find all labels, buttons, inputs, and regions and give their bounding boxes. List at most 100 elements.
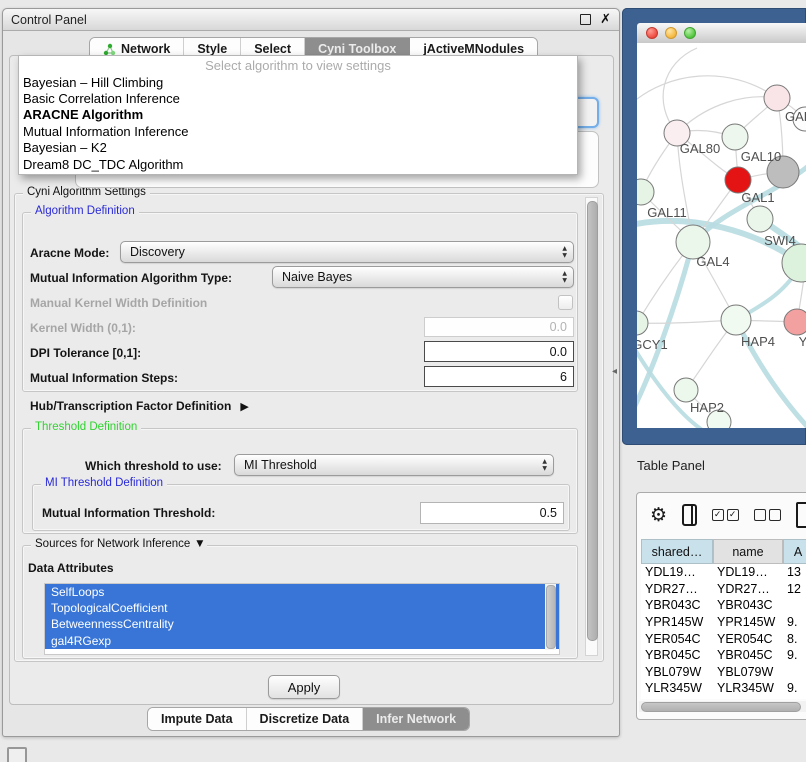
algorithm-dropdown-popup: Select algorithm to view settings Bayesi…	[18, 55, 578, 175]
table-header: shared… name A	[641, 539, 806, 564]
window-minimize-button[interactable]	[665, 27, 677, 39]
table-row[interactable]: YIL052C YIL052C 9.	[641, 697, 806, 699]
window-close-button[interactable]	[646, 27, 658, 39]
screen: Control Panel ✗ Network Style Selec	[0, 0, 806, 762]
window-zoom-button[interactable]	[684, 27, 696, 39]
cell-value: 13	[783, 565, 801, 579]
attribute-item-selected[interactable]: gal4RGexp	[45, 633, 559, 649]
dpi-tolerance-field[interactable]: 0.0	[424, 341, 574, 362]
group-title: Algorithm Definition	[31, 205, 139, 217]
algorithm-dropdown-item[interactable]: Dream8 DC_TDC Algorithm	[19, 156, 577, 172]
table-row[interactable]: YER054C YER054C 8.	[641, 630, 806, 647]
attributes-scrollbar[interactable]	[545, 584, 556, 650]
algorithm-dropdown-item[interactable]: ARACNE Algorithm	[19, 107, 577, 123]
which-threshold-label: Which threshold to use:	[85, 459, 222, 473]
checked-box-icon: ✓	[712, 509, 724, 521]
deselect-all-columns-icon[interactable]	[754, 509, 781, 521]
column-header-name[interactable]: name	[713, 539, 783, 564]
network-node[interactable]	[747, 206, 773, 232]
tab-discretize-data[interactable]: Discretize Data	[247, 708, 364, 730]
algorithm-dropdown-item[interactable]: Bayesian – K2	[19, 140, 577, 156]
group-title: Threshold Definition	[31, 421, 141, 433]
unchecked-box-icon	[754, 509, 766, 521]
table-hscrollbar-thumb[interactable]	[641, 702, 801, 712]
tab-label: jActiveMNodules	[423, 42, 524, 56]
minimized-panel-icon[interactable]	[7, 747, 27, 762]
column-layout-icon[interactable]	[682, 504, 697, 526]
tab-impute-data[interactable]: Impute Data	[148, 708, 247, 730]
cell-name: YLR345W	[713, 681, 783, 695]
apply-button[interactable]: Apply	[268, 675, 340, 699]
mi-algorithm-type-combo[interactable]: Naive Bayes ▲▼	[272, 266, 574, 288]
aracne-mode-combo[interactable]: Discovery ▲▼	[120, 241, 574, 263]
algorithm-dropdown-item[interactable]: Basic Correlation Inference	[19, 90, 577, 106]
network-node[interactable]	[637, 311, 648, 335]
attribute-item-selected[interactable]: TopologicalCoefficient	[45, 600, 559, 616]
combo-arrows-icon: ▲▼	[562, 245, 567, 259]
column-header-shared-name[interactable]: shared…	[641, 539, 713, 564]
collapse-arrow-icon[interactable]: ▼	[196, 539, 203, 549]
tab-label: Style	[197, 42, 227, 56]
network-node-label: GAL80	[680, 141, 720, 156]
table-row[interactable]: YBR043C YBR043C	[641, 597, 806, 614]
kernel-width-field[interactable]: 0.0	[424, 317, 574, 337]
network-node-label: GAL10	[741, 149, 781, 164]
table-row[interactable]: YPR145W YPR145W 9.	[641, 614, 806, 631]
table-panel-title: Table Panel	[637, 458, 705, 473]
algorithm-dropdown-item[interactable]: Bayesian – Hill Climbing	[19, 74, 577, 90]
control-panel-title: Control Panel	[11, 13, 87, 27]
control-panel-titlebar: Control Panel ✗	[3, 9, 619, 31]
settings-scrollbar-thumb[interactable]	[587, 201, 598, 641]
mi-steps-label: Mutual Information Steps:	[30, 371, 178, 385]
group-title: MI Threshold Definition	[41, 477, 167, 489]
table-row[interactable]: YDR27… YDR27… 12	[641, 581, 806, 598]
network-node[interactable]	[784, 309, 806, 335]
float-panel-icon[interactable]	[580, 14, 591, 25]
attribute-item-selected[interactable]: BetweennessCentrality	[45, 616, 559, 632]
network-window-titlebar[interactable]	[637, 23, 806, 44]
network-node[interactable]	[637, 179, 654, 205]
combo-arrows-icon: ▲▼	[542, 458, 547, 472]
panel-collapse-arrow-icon[interactable]: ◂	[612, 366, 617, 377]
select-all-columns-icon[interactable]: ✓ ✓	[712, 509, 739, 521]
mi-threshold-label: Mutual Information Threshold:	[42, 506, 215, 520]
network-node-label: Y	[799, 334, 806, 349]
which-threshold-combo[interactable]: MI Threshold ▲▼	[234, 454, 554, 476]
attribute-item-selected[interactable]: SelfLoops	[45, 584, 559, 600]
gear-icon[interactable]: ⚙	[650, 506, 667, 524]
network-node[interactable]	[721, 305, 751, 335]
cell-value: 9.	[783, 681, 797, 695]
table-row[interactable]: YBL079W YBL079W	[641, 664, 806, 681]
network-node[interactable]	[674, 378, 698, 402]
network-node-label: HAP4	[741, 334, 775, 349]
combo-arrows-icon: ▲▼	[562, 270, 567, 284]
attributes-scrollbar-thumb[interactable]	[546, 585, 556, 649]
mi-threshold-field[interactable]: 0.5	[420, 502, 564, 524]
network-node-label: GAL1	[741, 190, 774, 205]
table-row[interactable]: YBR045C YBR045C 9.	[641, 647, 806, 664]
hub-definition-section[interactable]: Hub/Transcription Factor Definition ▶	[30, 399, 249, 413]
table-row[interactable]: YDL19… YDL19… 13	[641, 564, 806, 581]
manual-kernel-width-checkbox[interactable]	[558, 295, 573, 310]
tab-label: Network	[121, 42, 170, 56]
aracne-mode-label: Aracne Mode:	[30, 246, 109, 260]
network-canvas[interactable]: GALGAL80GAL10GAL1GAL11SWI4GAL4HAP4YGCY1H…	[637, 43, 806, 428]
table-hscrollbar[interactable]	[639, 701, 806, 712]
tab-label: Discretize Data	[260, 712, 350, 726]
expand-arrow-icon[interactable]: ▶	[240, 400, 248, 413]
settings-scrollbar[interactable]	[585, 197, 598, 656]
close-panel-icon[interactable]: ✗	[600, 15, 611, 25]
export-table-icon[interactable]	[796, 502, 806, 528]
table-row[interactable]: YLR345W YLR345W 9.	[641, 680, 806, 697]
column-header-partial[interactable]: A	[783, 539, 806, 564]
mi-steps-field[interactable]: 6	[424, 366, 574, 387]
group-title: Sources for Network Inference ▼	[31, 538, 207, 550]
cell-name: YBR043C	[713, 598, 783, 612]
network-node[interactable]	[722, 124, 748, 150]
cell-shared-name: YDR27…	[641, 582, 713, 596]
algorithm-dropdown-item[interactable]: Mutual Information Inference	[19, 123, 577, 139]
cell-name: YER054C	[713, 632, 783, 646]
network-node[interactable]	[764, 85, 790, 111]
tab-infer-network[interactable]: Infer Network	[363, 708, 469, 730]
algorithm-dropdown-list: Bayesian – Hill Climbing Basic Correlati…	[19, 74, 577, 172]
